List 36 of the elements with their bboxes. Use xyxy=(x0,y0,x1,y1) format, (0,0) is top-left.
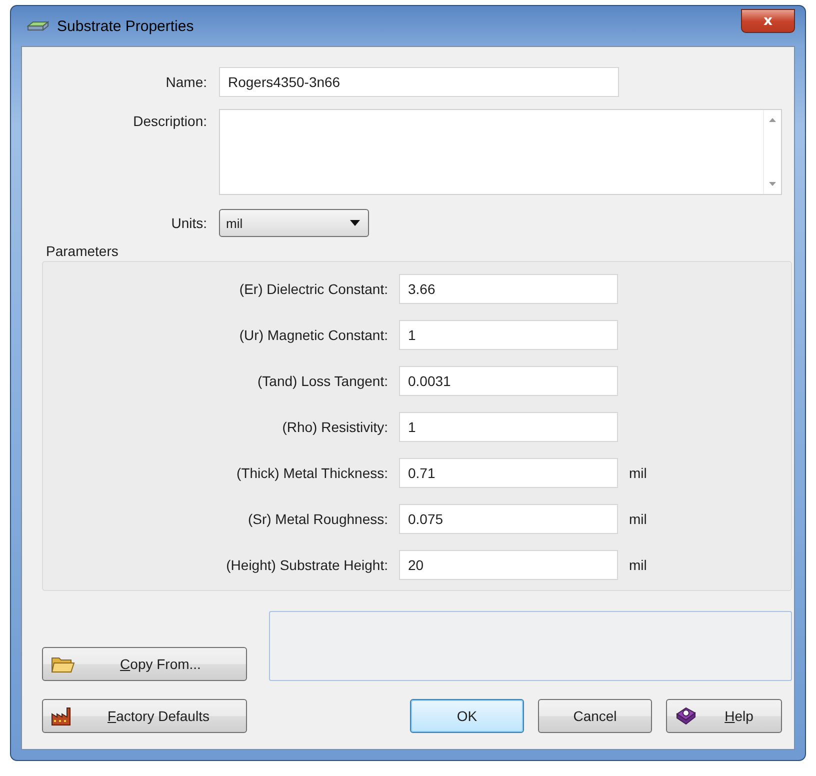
units-label: Units: xyxy=(170,215,207,231)
unit-label: mil xyxy=(629,511,647,527)
unit-label: mil xyxy=(629,557,647,573)
description-label: Description: xyxy=(132,112,207,129)
parameter-field[interactable]: 1 xyxy=(399,412,618,442)
dropdown-caret-icon xyxy=(350,220,360,226)
parameter-field[interactable]: 0.71 xyxy=(399,458,618,488)
description-field[interactable] xyxy=(219,109,782,195)
parameter-field[interactable]: 0.075 xyxy=(399,504,618,534)
parameter-field[interactable]: 0.0031 xyxy=(399,366,618,396)
parameter-label: (Rho) Resistivity: xyxy=(281,419,388,435)
parameters-heading: Parameters xyxy=(46,243,120,259)
close-button[interactable]: x xyxy=(741,9,795,33)
scroll-up-icon xyxy=(769,118,776,122)
factory-defaults-button[interactable]: Factory Defaults xyxy=(42,699,247,733)
parameter-field[interactable]: 3.66 xyxy=(399,274,618,304)
substrate-icon xyxy=(27,21,49,31)
factory-icon xyxy=(51,706,71,726)
parameter-label: (Thick) Metal Thickness: xyxy=(236,465,388,481)
cancel-button[interactable]: Cancel xyxy=(538,699,652,733)
parameter-field[interactable]: 1 xyxy=(399,320,618,350)
help-button[interactable]: Help xyxy=(666,699,782,733)
scroll-down-icon xyxy=(769,182,776,186)
parameter-label: (Sr) Metal Roughness: xyxy=(246,511,388,527)
window-title: Substrate Properties xyxy=(57,18,194,34)
parameter-label: (Ur) Magnetic Constant: xyxy=(238,327,388,343)
units-dropdown[interactable]: mil xyxy=(219,209,369,237)
parameter-label: (Height) Substrate Height: xyxy=(225,557,388,573)
parameter-field[interactable]: 20 xyxy=(399,550,618,580)
unit-label: mil xyxy=(629,465,647,481)
parameter-label: (Tand) Loss Tangent: xyxy=(256,373,388,389)
name-field[interactable]: Rogers4350-3n66 xyxy=(219,67,619,97)
ok-button[interactable]: OK xyxy=(410,699,524,733)
name-label: Name: xyxy=(164,74,207,90)
copy-from-button[interactable]: Copy From... xyxy=(42,647,247,681)
parameter-label: (Er) Dielectric Constant: xyxy=(238,281,388,297)
